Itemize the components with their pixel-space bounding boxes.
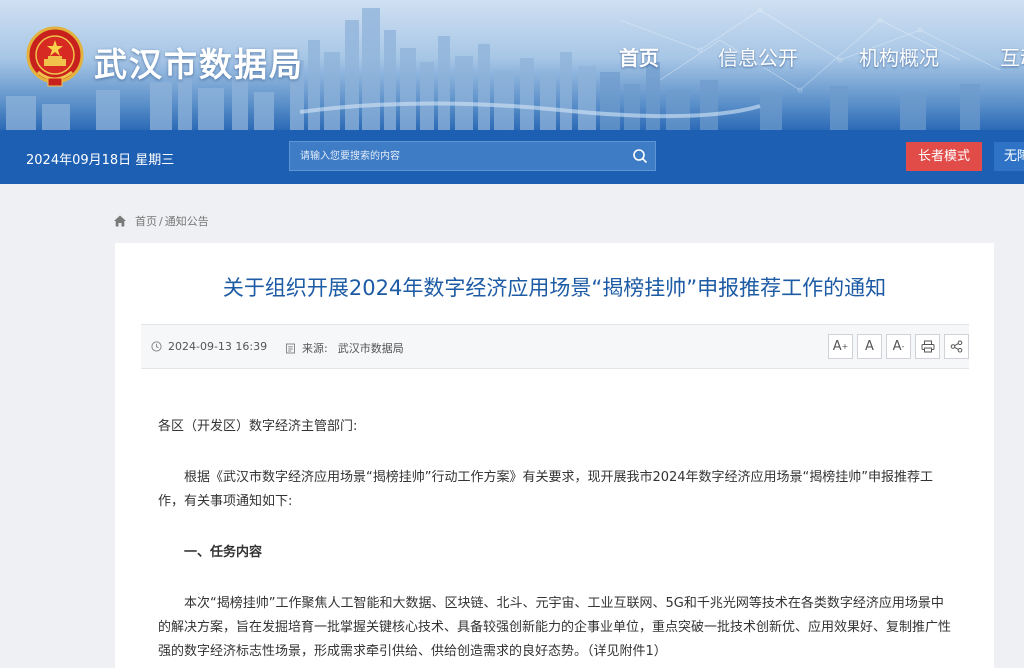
breadcrumb-notices[interactable]: 通知公告: [165, 213, 209, 229]
top-bar: 2024年09月18日 星期三 长者模式 无障: [0, 130, 1024, 184]
font-larger-button[interactable]: A +: [828, 334, 853, 359]
font-smaller-button[interactable]: A-: [886, 334, 911, 359]
search-input[interactable]: [290, 142, 625, 170]
nav-info-disclosure[interactable]: 信息公开: [718, 42, 798, 71]
font-normal-button[interactable]: A: [857, 334, 882, 359]
nav-interaction[interactable]: 互动: [1000, 42, 1024, 71]
home-icon: [114, 215, 126, 227]
search-box: [289, 141, 656, 171]
nav-home[interactable]: 首页: [619, 42, 659, 71]
task-paragraph: 本次“揭榜挂帅”工作聚焦人工智能和大数据、区块链、北斗、元宇宙、工业互联网、5G…: [158, 596, 952, 659]
breadcrumb-home[interactable]: 首页: [135, 213, 157, 229]
article-tools: A + A A-: [824, 334, 969, 359]
article-title: 关于组织开展2024年数字经济应用场景“揭榜挂帅”申报推荐工作的通知: [222, 276, 887, 300]
breadcrumb: 首页 / 通知公告: [113, 213, 209, 229]
source-label: 来源:: [302, 342, 328, 355]
print-icon: [921, 340, 934, 353]
header-banner: 武汉市数据局 首页 信息公开 机构概况 互动: [0, 0, 1024, 130]
accessibility-button[interactable]: 无障: [994, 142, 1024, 171]
main-nav: 首页 信息公开 机构概况 互动: [0, 42, 1024, 72]
article-source: 来源: 武汉市数据局: [285, 340, 404, 356]
publish-datetime: 2024-09-13 16:39: [168, 340, 268, 353]
intro-paragraph: 根据《武汉市数字经济应用场景“揭榜挂帅”行动工作方案》有关要求，现开展我市202…: [158, 470, 934, 509]
publish-time: 2024-09-13 16:39: [151, 340, 267, 353]
elder-mode-button[interactable]: 长者模式: [906, 142, 982, 171]
document-icon: [286, 343, 295, 353]
source-value: 武汉市数据局: [337, 342, 404, 355]
salutation: 各区（开发区）数字经济主管部门:: [158, 419, 358, 434]
clock-icon: [151, 341, 162, 352]
article-meta-bar: 2024-09-13 16:39 来源: 武汉市数据局 A + A A-: [141, 324, 969, 369]
search-icon[interactable]: [632, 148, 648, 164]
print-button[interactable]: [915, 334, 940, 359]
share-button[interactable]: [944, 334, 969, 359]
article-card: 关于组织开展2024年数字经济应用场景“揭榜挂帅”申报推荐工作的通知 2024-…: [115, 243, 994, 668]
breadcrumb-separator: /: [159, 214, 163, 228]
article-body: 各区（开发区）数字经济主管部门: 根据《武汉市数字经济应用场景“揭榜挂帅”行动工…: [158, 415, 951, 668]
section-heading: 一、任务内容: [184, 545, 263, 560]
nav-organization[interactable]: 机构概况: [859, 42, 939, 71]
share-icon: [950, 340, 963, 353]
current-date: 2024年09月18日 星期三: [26, 153, 175, 168]
